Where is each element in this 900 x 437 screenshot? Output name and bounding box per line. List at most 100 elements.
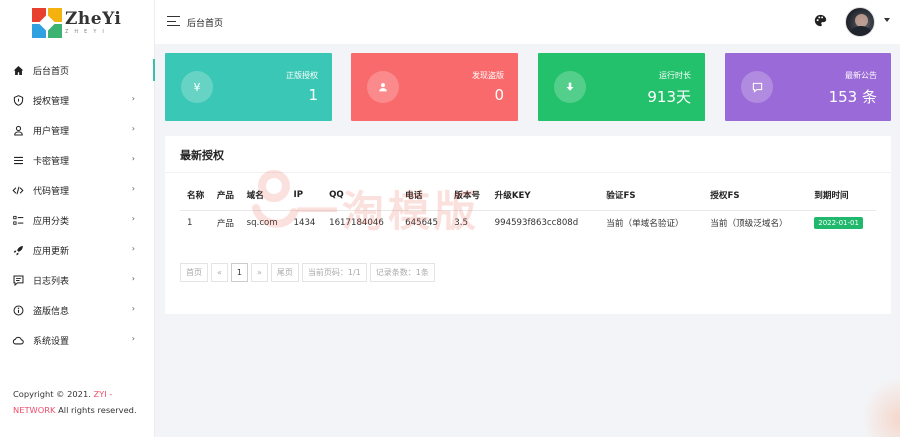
code-icon <box>12 184 24 196</box>
cloud-icon <box>12 334 24 346</box>
brand-name: ZheYi <box>65 9 122 29</box>
table-cell: 1 <box>187 218 193 229</box>
chevron-right-icon: › <box>131 244 135 253</box>
info-icon <box>12 304 24 316</box>
table-cell: 当前（顶级泛域名） <box>710 219 788 230</box>
sidebar-item-logs[interactable]: 日志列表 › <box>0 265 154 295</box>
sidebar: ZheYi ZHEYI 后台首页 授权管理 › 用户管理 › 卡密管理 › 代码… <box>0 0 155 437</box>
latest-authorizations-panel: 最新授权 名称 产品 域名 IP QQ 电话 版本号 升级KEY 验证FS 授权… <box>165 136 891 314</box>
stat-card-announcements: 最新公告 153 条 <box>725 53 891 121</box>
sidebar-item-users[interactable]: 用户管理 › <box>0 115 154 145</box>
chevron-right-icon: › <box>131 184 135 193</box>
user-icon <box>367 71 399 103</box>
copyright-suffix: All rights reserved. <box>58 405 137 415</box>
sidebar-item-label: 用户管理 <box>33 126 70 137</box>
chevron-right-icon: › <box>131 124 135 133</box>
stat-card-uptime: 运行时长 913天 <box>538 53 705 121</box>
pagination-first[interactable]: 首页 <box>180 263 208 282</box>
column-header: IP <box>286 180 323 211</box>
stat-card-value: 1 <box>308 86 318 104</box>
stat-card-value: 913天 <box>647 88 691 106</box>
pagination-count-info: 记录条数：1条 <box>369 263 435 282</box>
palette-icon[interactable] <box>814 14 828 28</box>
caret-down-icon[interactable] <box>884 18 890 22</box>
pagination-page[interactable]: 1 <box>230 263 248 282</box>
footer-link-network[interactable]: NETWORK <box>13 405 55 415</box>
sidebar-item-label: 应用分类 <box>33 216 70 227</box>
table-cell: 1434 <box>293 218 316 229</box>
sidebar-item-authorization[interactable]: 授权管理 › <box>0 85 154 115</box>
column-header: 域名 <box>239 180 287 211</box>
pagination-last[interactable]: 尾页 <box>270 263 299 282</box>
pagination-next[interactable]: » <box>251 263 268 282</box>
home-icon <box>12 64 24 76</box>
sidebar-item-label: 代码管理 <box>33 186 70 197</box>
table-cell: 994593f863cc808d <box>494 218 579 229</box>
table-cell: 2022-01-01 <box>807 210 876 236</box>
sidebar-item-label: 日志列表 <box>33 276 70 287</box>
brand-logo[interactable]: ZheYi ZHEYI <box>0 0 154 46</box>
sidebar-item-home[interactable]: 后台首页 <box>0 55 155 85</box>
table-cell: 3.5 <box>454 218 468 229</box>
logo-mark-icon <box>32 8 62 38</box>
page-title: 后台首页 <box>187 19 224 29</box>
corner-decoration <box>862 377 900 437</box>
footer-link-zyi[interactable]: ZYI - <box>94 389 113 399</box>
sidebar-item-label: 盗版信息 <box>33 306 70 317</box>
column-header: QQ <box>322 180 399 211</box>
rocket-icon <box>12 244 24 256</box>
stat-card-genuine: ¥ 正版授权 1 <box>165 53 332 121</box>
sidebar-item-code[interactable]: 代码管理 › <box>0 175 154 205</box>
sidebar-item-piracy[interactable]: 盗版信息 › <box>0 295 154 325</box>
shield-icon <box>12 94 24 106</box>
stat-card-value: 153 条 <box>828 88 877 106</box>
sidebar-item-cards[interactable]: 卡密管理 › <box>0 145 154 175</box>
sidebar-item-label: 卡密管理 <box>33 156 70 167</box>
sidebar-item-updates[interactable]: 应用更新 › <box>0 235 154 265</box>
pagination: 首页 « 1 » 尾页 当前页码：1/1 记录条数：1条 <box>180 263 435 282</box>
user-icon <box>12 124 24 136</box>
table-cell: 1617184046 <box>329 218 384 229</box>
column-header: 验证FS <box>599 180 704 211</box>
sidebar-item-label: 授权管理 <box>33 96 70 107</box>
chevron-right-icon: › <box>131 334 135 343</box>
stat-card-label: 正版授权 <box>286 71 318 80</box>
pagination-prev[interactable]: « <box>211 263 228 282</box>
copyright: Copyright © 2021. ZYI - NETWORK All righ… <box>13 386 148 418</box>
chevron-right-icon: › <box>131 94 135 103</box>
column-header: 名称 <box>180 180 210 211</box>
sidebar-item-categories[interactable]: 应用分类 › <box>0 205 154 235</box>
table-row: 1 产品 sq.com 1434 1617184046 645645 3.5 9… <box>180 210 876 236</box>
menu-toggle-icon[interactable] <box>167 16 180 27</box>
sidebar-item-settings[interactable]: 系统设置 › <box>0 325 154 355</box>
stat-card-label: 最新公告 <box>845 71 877 80</box>
avatar[interactable] <box>845 7 875 37</box>
category-icon <box>12 214 24 226</box>
table-cell: 645645 <box>405 218 438 229</box>
table-cell: 产品 <box>216 219 235 230</box>
sidebar-item-label: 后台首页 <box>33 66 70 77</box>
column-header: 升级KEY <box>487 180 600 211</box>
top-header: 后台首页 <box>155 0 900 44</box>
table-cell: sq.com <box>246 218 278 229</box>
yen-icon: ¥ <box>181 71 213 103</box>
chevron-right-icon: › <box>131 304 135 313</box>
panel-title: 最新授权 <box>180 149 224 162</box>
stat-card-value: 0 <box>494 86 504 104</box>
column-header: 产品 <box>209 180 240 211</box>
list-icon <box>12 154 24 166</box>
pagination-page-info: 当前页码：1/1 <box>301 263 367 282</box>
chevron-right-icon: › <box>131 214 135 223</box>
message-icon <box>12 274 24 286</box>
column-header: 版本号 <box>447 180 488 211</box>
chevron-right-icon: › <box>131 274 135 283</box>
download-icon <box>554 71 586 103</box>
stat-card-label: 发现盗版 <box>472 71 504 80</box>
table-header-row: 名称 产品 域名 IP QQ 电话 版本号 升级KEY 验证FS 授权FS 到期… <box>180 180 876 211</box>
table-cell: 当前（单域名验证） <box>606 219 684 230</box>
sidebar-item-label: 系统设置 <box>33 336 70 347</box>
chevron-right-icon: › <box>131 154 135 163</box>
brand-tagline: ZHEYI <box>65 29 110 35</box>
column-header: 电话 <box>398 180 448 211</box>
sidebar-nav: 后台首页 授权管理 › 用户管理 › 卡密管理 › 代码管理 › 应用分类 › … <box>0 55 155 355</box>
